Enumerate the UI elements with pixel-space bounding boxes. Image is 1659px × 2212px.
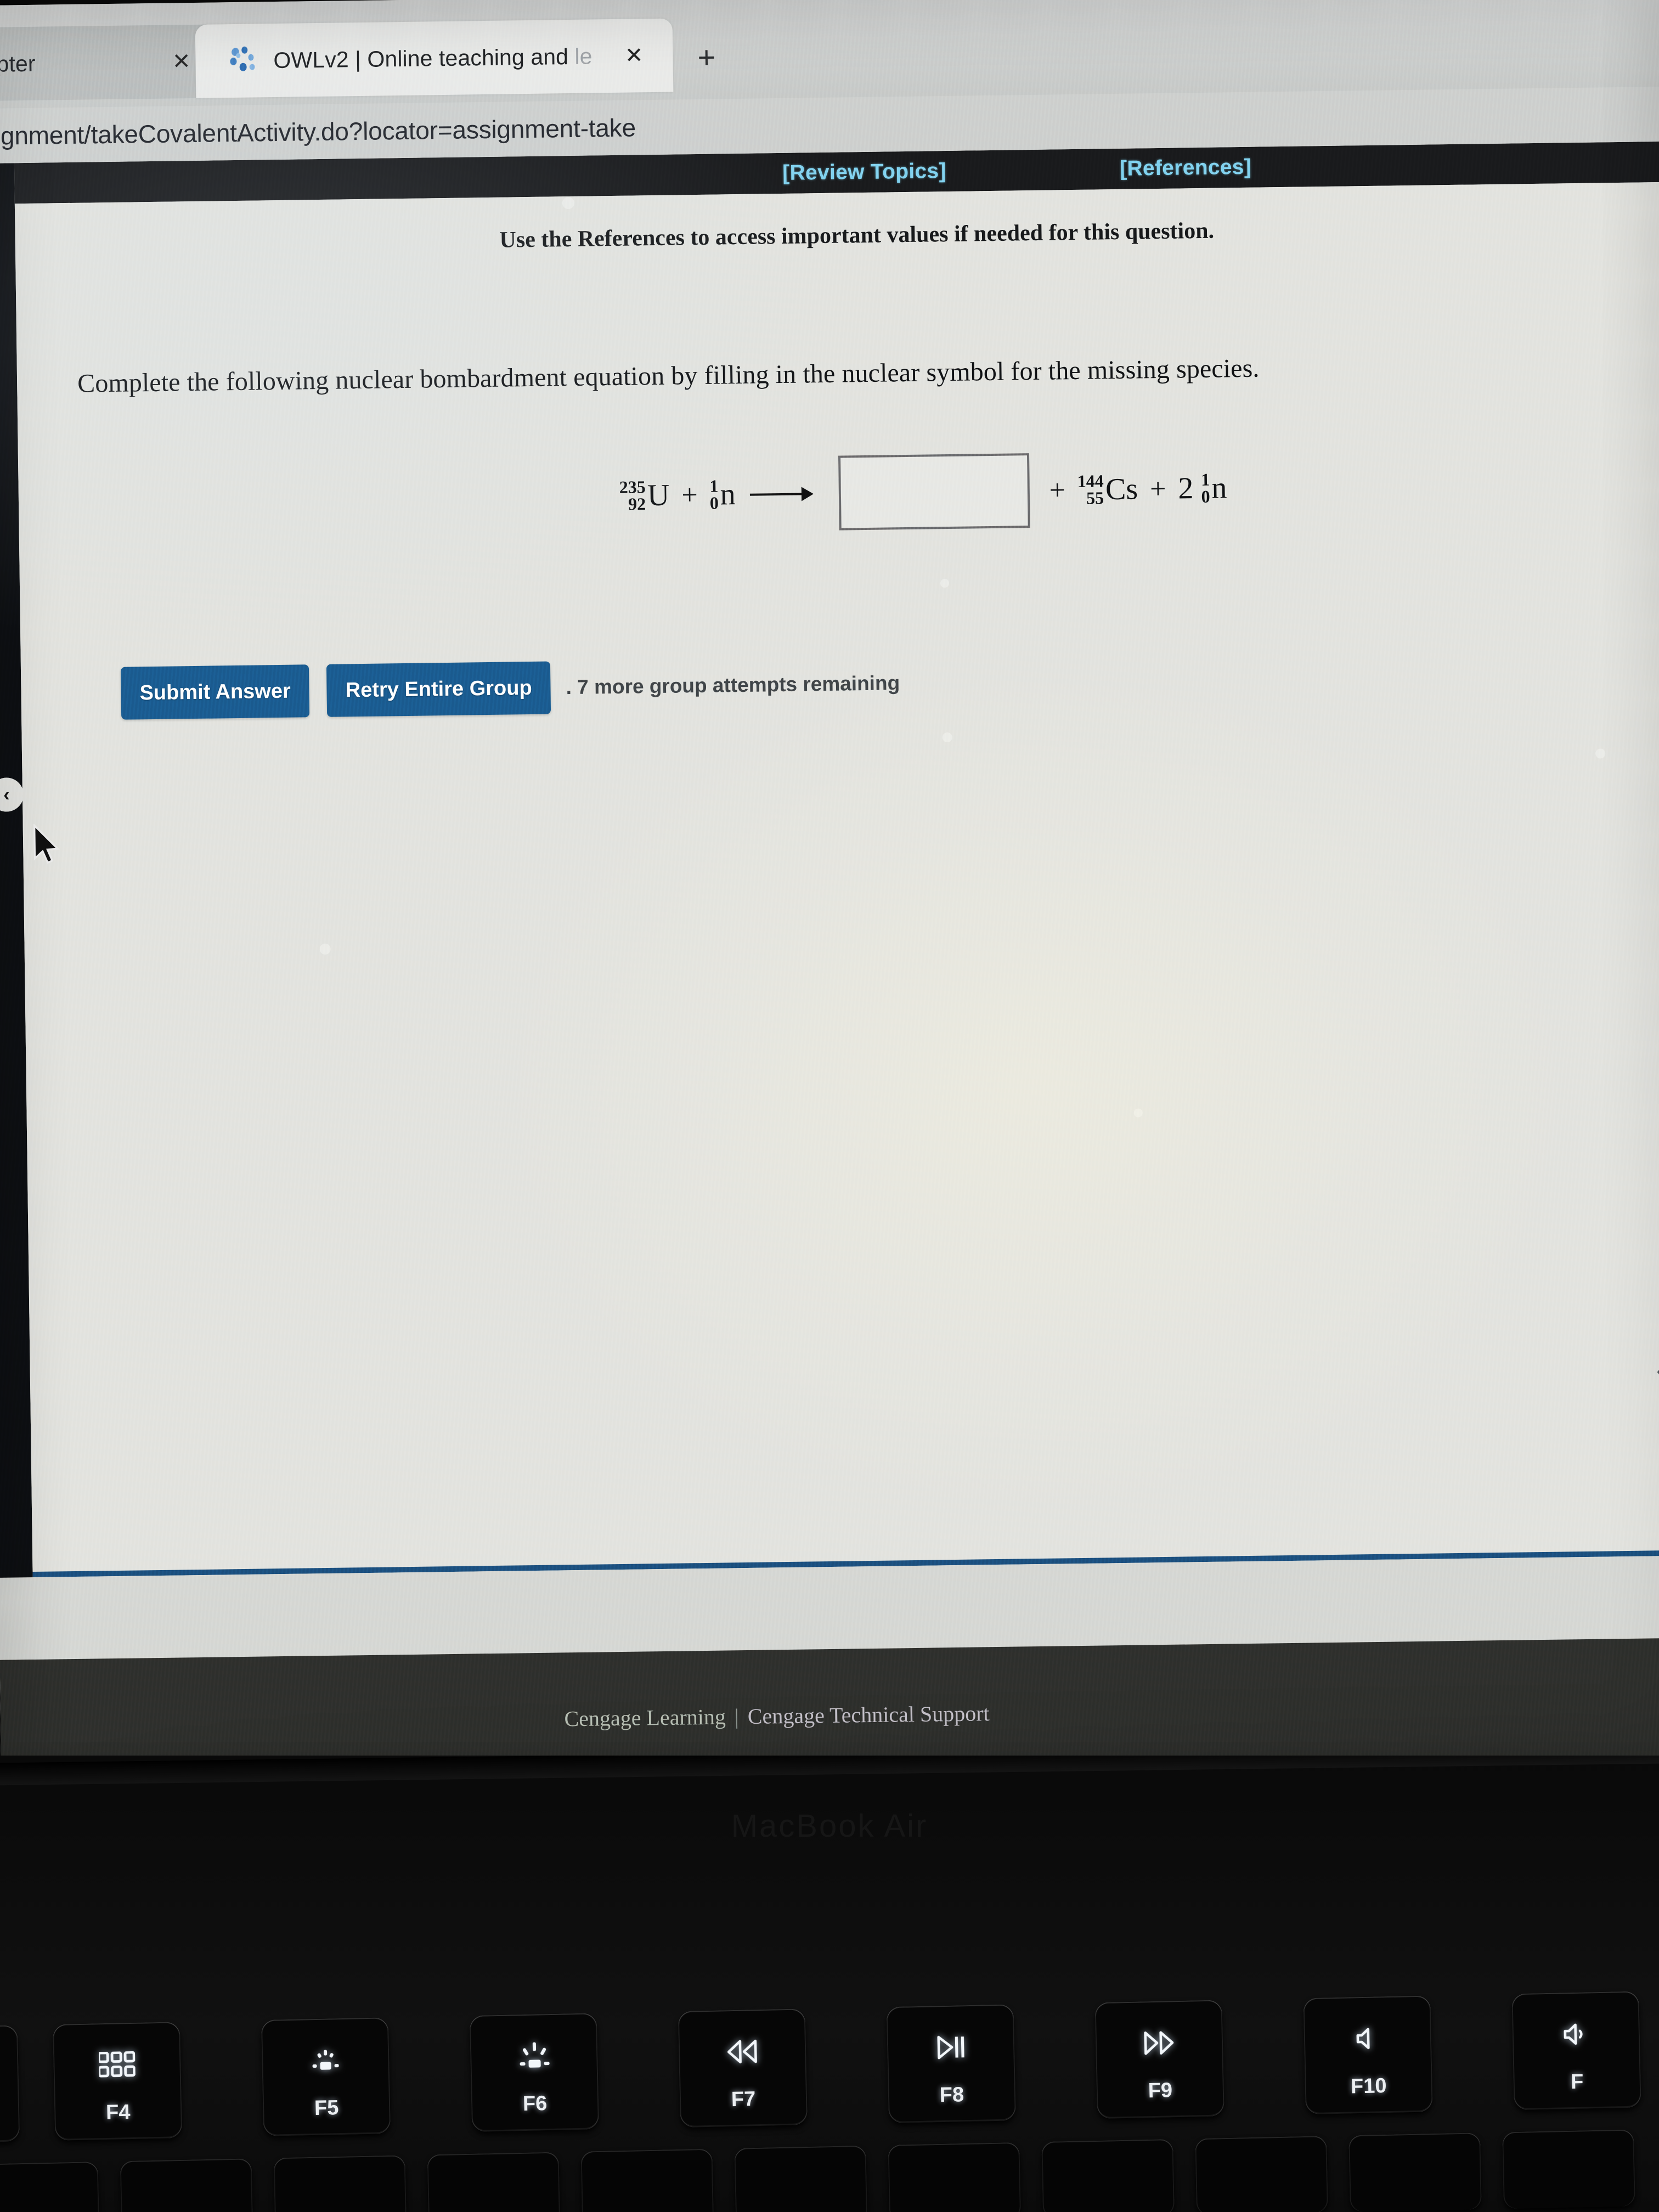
keyboard-key[interactable] xyxy=(427,2152,561,2212)
tab-title: work Chapter xyxy=(0,50,36,77)
keyboard-key[interactable] xyxy=(1502,2129,1635,2209)
function-key-label: F4 xyxy=(105,2100,131,2124)
nuclide-indices: 235 92 xyxy=(619,477,646,514)
review-topics-link[interactable]: [Review Topics] xyxy=(782,159,946,185)
function-key[interactable] xyxy=(0,2025,20,2145)
chevron-left-icon: ‹ xyxy=(1656,1355,1659,1386)
footer-separator: | xyxy=(734,1703,740,1729)
element-symbol: Cs xyxy=(1105,472,1138,507)
laptop-hinge xyxy=(0,1756,1659,1786)
atomic-number: 55 xyxy=(1086,488,1104,508)
tab-title-truncated: le xyxy=(574,43,592,69)
atomic-number: 0 xyxy=(1201,486,1210,506)
launchpad-grid-icon xyxy=(98,2038,136,2091)
collapse-panel-chevron-left-icon[interactable]: ‹ xyxy=(0,777,24,812)
plus-operator: + xyxy=(681,479,698,511)
function-key-f5[interactable]: F5 xyxy=(261,2017,391,2137)
mass-number: 235 xyxy=(619,477,646,498)
tab-strip: work Chapter ✕ OWLv2 | Online teaching a… xyxy=(0,0,1659,103)
keyboard-key[interactable] xyxy=(1348,2132,1482,2212)
tab-title: OWLv2 | Online teaching and le xyxy=(273,43,592,73)
rewind-icon xyxy=(725,2025,759,2078)
cengage-technical-support-link[interactable]: Cengage Technical Support xyxy=(748,1701,990,1729)
nuclide-cesium: 144 55 Cs xyxy=(1077,471,1138,508)
tab-close-icon[interactable]: ✕ xyxy=(172,49,191,74)
browser-tab-active[interactable]: OWLv2 | Online teaching and le ✕ xyxy=(195,18,674,98)
function-key-label: F10 xyxy=(1350,2074,1387,2098)
mass-number: 1 xyxy=(709,476,719,496)
keyboard-key[interactable] xyxy=(273,2155,407,2212)
owlv2-favicon xyxy=(229,46,258,75)
volume-mute-icon xyxy=(1355,2012,1381,2065)
cengage-learning-link[interactable]: Cengage Learning xyxy=(564,1704,726,1731)
element-symbol: n xyxy=(720,477,736,512)
function-key-row: F4 F5 F6 F7 F8 F9 F10 F xyxy=(0,1990,1659,2152)
new-tab-button[interactable]: + xyxy=(697,40,716,75)
function-key-f9[interactable]: F9 xyxy=(1094,2000,1224,2119)
nuclide-uranium: 235 92 U xyxy=(619,477,670,514)
function-key-f11[interactable]: F xyxy=(1511,1991,1641,2111)
keyboard-key[interactable] xyxy=(120,2158,253,2212)
function-key-label: F7 xyxy=(731,2087,756,2111)
references-link[interactable]: [References] xyxy=(1120,155,1251,181)
nuclear-equation: 235 92 U + 1 0 n + 144 55 Cs + 2 1 0 n xyxy=(18,445,1659,541)
url-text: ssignment/takeCovalentActivity.do?locato… xyxy=(0,113,636,151)
keyboard-key[interactable] xyxy=(888,2142,1022,2212)
nuclide-neutron-product: 1 0 n xyxy=(1201,470,1227,506)
tab-close-icon[interactable]: ✕ xyxy=(625,43,644,67)
action-buttons: Submit Answer Retry Entire Group . 7 mor… xyxy=(120,647,1659,720)
nuclide-indices: 1 0 xyxy=(709,476,719,513)
question-text: Complete the following nuclear bombardme… xyxy=(77,353,1260,398)
laptop-screen: work Chapter ✕ OWLv2 | Online teaching a… xyxy=(0,0,1659,1778)
nuclide-neutron-reactant: 1 0 n xyxy=(709,476,736,513)
attempts-remaining-text: . 7 more group attempts remaining xyxy=(566,672,900,699)
macbook-brand-text: MacBook Air xyxy=(731,1808,928,1844)
element-symbol: n xyxy=(1211,471,1227,505)
right-panel-handle[interactable]: ‹ P xyxy=(1656,1354,1659,1386)
retry-entire-group-button[interactable]: Retry Entire Group xyxy=(326,661,551,717)
keyboard-backlight-up-icon xyxy=(516,2029,552,2082)
play-pause-icon xyxy=(935,2021,967,2074)
answer-input-box[interactable] xyxy=(838,453,1030,531)
function-key-f4[interactable]: F4 xyxy=(52,2022,183,2141)
question-page: Use the References to access important v… xyxy=(14,182,1659,1778)
plus-operator: + xyxy=(1049,474,1066,506)
mass-number: 1 xyxy=(1200,470,1210,490)
function-key-label: F6 xyxy=(522,2091,548,2115)
stoichiometric-coefficient: 2 xyxy=(1178,471,1194,506)
function-key-f10[interactable]: F10 xyxy=(1303,1995,1433,2115)
keyboard-key[interactable] xyxy=(734,2145,868,2212)
nuclide-indices: 1 0 xyxy=(1200,470,1210,506)
function-key-label: F8 xyxy=(939,2083,964,2107)
keyboard-key[interactable] xyxy=(0,2162,100,2212)
mass-number: 144 xyxy=(1077,471,1104,492)
reaction-arrow-icon xyxy=(749,478,817,510)
function-key-label: F5 xyxy=(314,2096,339,2120)
submit-answer-button[interactable]: Submit Answer xyxy=(120,664,310,720)
atomic-number: 0 xyxy=(709,493,719,513)
function-key-label: F xyxy=(1570,2070,1584,2094)
element-symbol: U xyxy=(647,478,670,513)
function-key-f8[interactable]: F8 xyxy=(886,2004,1016,2124)
plus-operator: + xyxy=(1149,473,1166,505)
keyboard-key[interactable] xyxy=(580,2148,714,2212)
volume-down-icon xyxy=(1562,2007,1590,2061)
photo-of-laptop-screen: work Chapter ✕ OWLv2 | Online teaching a… xyxy=(0,0,1659,2212)
footer-links: Cengage Learning | Cengage Technical Suppo… xyxy=(564,1700,990,1731)
fast-forward-icon xyxy=(1142,2016,1176,2069)
nuclide-indices: 144 55 xyxy=(1077,471,1104,508)
keyboard-key[interactable] xyxy=(1041,2139,1175,2212)
keyboard-backlight-down-icon xyxy=(308,2033,342,2086)
atomic-number: 92 xyxy=(628,494,646,514)
function-key-label: F9 xyxy=(1148,2078,1173,2102)
page-viewport: ‹ [Review Topics] [References] Use the R… xyxy=(0,141,1659,1778)
function-key-f6[interactable]: F6 xyxy=(469,2013,600,2132)
keyboard-key[interactable] xyxy=(1195,2136,1329,2212)
laptop-deck: MacBook Air F4 F5 F6 F7 F8 F9 F10 F xyxy=(0,1756,1659,2212)
use-references-note: Use the References to access important v… xyxy=(499,218,1215,253)
function-key-f7[interactable]: F7 xyxy=(678,2008,808,2128)
